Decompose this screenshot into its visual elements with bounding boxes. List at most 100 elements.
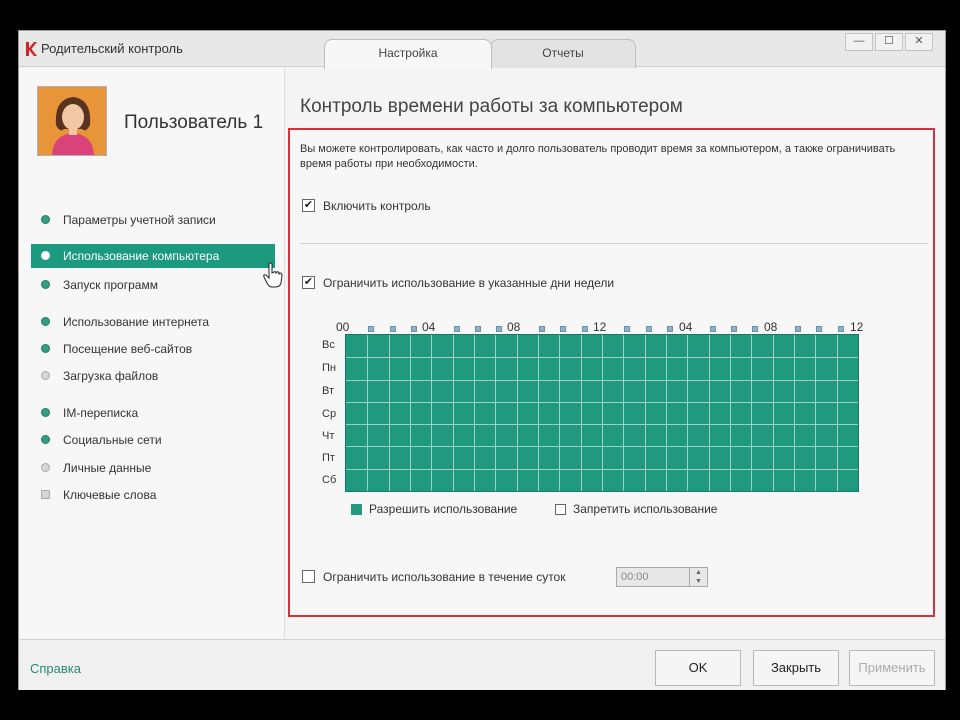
grid-column-line xyxy=(751,335,753,491)
sidebar-item-label: Использование компьютера xyxy=(63,249,220,263)
title-bar: Родительский контроль Настройка Отчеты —… xyxy=(19,31,945,69)
grid-column-line xyxy=(708,335,710,491)
hour-mark xyxy=(453,326,460,332)
grid-column-line xyxy=(452,335,454,491)
help-link[interactable]: Справка xyxy=(30,661,81,676)
sidebar-item-keywords[interactable]: Ключевые слова xyxy=(31,483,275,507)
sidebar-item-file-downloads[interactable]: Загрузка файлов xyxy=(31,364,275,388)
day-label: Пт xyxy=(322,452,335,464)
sidebar-item-label: Параметры учетной записи xyxy=(63,213,216,227)
schedule-grid[interactable] xyxy=(345,334,859,492)
sidebar-item-website-visits[interactable]: Посещение веб-сайтов xyxy=(31,337,275,361)
grid-column-line xyxy=(388,335,390,491)
status-off-icon xyxy=(41,371,50,380)
grid-column-line xyxy=(602,335,603,491)
status-on-icon xyxy=(41,215,50,224)
apply-button[interactable]: Применить xyxy=(849,650,935,686)
status-on-icon xyxy=(41,408,50,417)
hour-mark xyxy=(411,326,417,332)
sidebar-item-im-messaging[interactable]: IM-переписка xyxy=(31,401,275,425)
sidebar: Пользователь 1 Параметры учетной записи … xyxy=(19,68,285,638)
daily-time-input[interactable]: 00:00 ▲ ▼ xyxy=(616,567,708,587)
status-on-icon xyxy=(41,280,50,289)
status-on-icon xyxy=(41,344,50,353)
kaspersky-logo-icon xyxy=(26,42,37,56)
hour-mark xyxy=(624,326,631,332)
grid-column-line xyxy=(815,335,817,491)
hour-mark xyxy=(389,326,396,332)
day-label: Чт xyxy=(322,430,335,442)
hand-cursor-icon xyxy=(263,262,283,288)
computer-usage-panel: Вы можете контролировать, как часто и до… xyxy=(288,128,935,617)
close-button[interactable]: Закрыть xyxy=(753,650,839,686)
sidebar-item-computer-usage[interactable]: Использование компьютера xyxy=(31,244,275,268)
minimize-button[interactable]: — xyxy=(845,33,873,51)
grid-row-line xyxy=(346,468,858,470)
user-name: Пользователь 1 xyxy=(124,112,264,133)
sidebar-item-account-settings[interactable]: Параметры учетной записи xyxy=(31,208,275,232)
hour-mark xyxy=(816,326,823,332)
grid-column-line xyxy=(666,335,667,491)
sidebar-item-social-networks[interactable]: Социальные сети xyxy=(31,428,275,452)
grid-column-line xyxy=(580,335,582,491)
deny-legend-swatch xyxy=(555,504,566,515)
hour-label: 12 xyxy=(850,320,864,334)
grid-row-line xyxy=(346,446,858,448)
grid-column-line xyxy=(431,335,433,491)
page-title: Контроль времени работы за компьютером xyxy=(300,96,683,117)
grid-column-line xyxy=(730,335,731,491)
status-on-icon xyxy=(41,251,50,260)
enable-control-checkbox[interactable]: ✔ xyxy=(302,199,315,212)
grid-column-line xyxy=(644,335,646,491)
grid-column-line xyxy=(516,335,518,491)
day-label: Ср xyxy=(322,408,337,420)
enable-control-label: Включить контроль xyxy=(323,199,431,213)
status-on-icon xyxy=(41,317,50,326)
deny-legend-label: Запретить использование xyxy=(573,502,718,516)
grid-column-line xyxy=(623,335,625,491)
sidebar-item-label: Личные данные xyxy=(63,461,152,475)
tab-reports[interactable]: Отчеты xyxy=(490,39,636,68)
sidebar-item-personal-data[interactable]: Личные данные xyxy=(31,456,275,480)
sidebar-item-label: Запуск программ xyxy=(63,278,158,292)
day-label: Вт xyxy=(322,385,335,397)
allow-legend-swatch xyxy=(351,504,362,515)
hour-label: 08 xyxy=(507,320,521,334)
app-title: Родительский контроль xyxy=(41,41,183,56)
hour-mark xyxy=(645,326,652,332)
grid-column-line xyxy=(410,335,411,491)
close-window-button[interactable]: ✕ xyxy=(905,33,933,51)
grid-row-line xyxy=(346,357,858,359)
daily-time-value: 00:00 xyxy=(621,571,649,583)
user-avatar-icon xyxy=(38,87,106,155)
sidebar-item-program-launch[interactable]: Запуск программ xyxy=(31,273,275,297)
grid-column-line xyxy=(367,335,369,491)
maximize-button[interactable]: ☐ xyxy=(875,33,903,51)
grid-column-line xyxy=(687,335,689,491)
hour-label: 08 xyxy=(764,320,778,334)
hour-mark xyxy=(795,326,801,332)
day-label: Сб xyxy=(322,474,337,486)
ok-button[interactable]: OK xyxy=(655,650,741,686)
parental-control-window: Родительский контроль Настройка Отчеты —… xyxy=(18,30,946,690)
hour-mark xyxy=(560,326,567,332)
grid-column-line xyxy=(474,335,475,491)
sidebar-item-label: Посещение веб-сайтов xyxy=(63,342,193,356)
grid-column-line xyxy=(772,335,774,491)
footer: Справка OK Закрыть Применить xyxy=(19,639,945,690)
hour-label: 00 xyxy=(336,320,350,334)
limit-daily-checkbox[interactable] xyxy=(302,570,315,583)
limit-daily-label: Ограничить использование в течение суток xyxy=(323,570,566,584)
tab-settings[interactable]: Настройка xyxy=(324,39,492,69)
day-label: Пн xyxy=(322,362,336,374)
status-off-icon xyxy=(41,490,50,499)
hour-label: 04 xyxy=(422,320,436,334)
hour-mark xyxy=(539,326,545,332)
grid-column-line xyxy=(794,335,795,491)
limit-days-checkbox[interactable]: ✔ xyxy=(302,276,315,289)
grid-column-line xyxy=(836,335,838,491)
avatar xyxy=(37,86,107,156)
time-spinner[interactable]: ▲ ▼ xyxy=(689,568,707,586)
hour-mark xyxy=(709,326,716,332)
sidebar-item-internet-usage[interactable]: Использование интернета xyxy=(31,310,275,334)
